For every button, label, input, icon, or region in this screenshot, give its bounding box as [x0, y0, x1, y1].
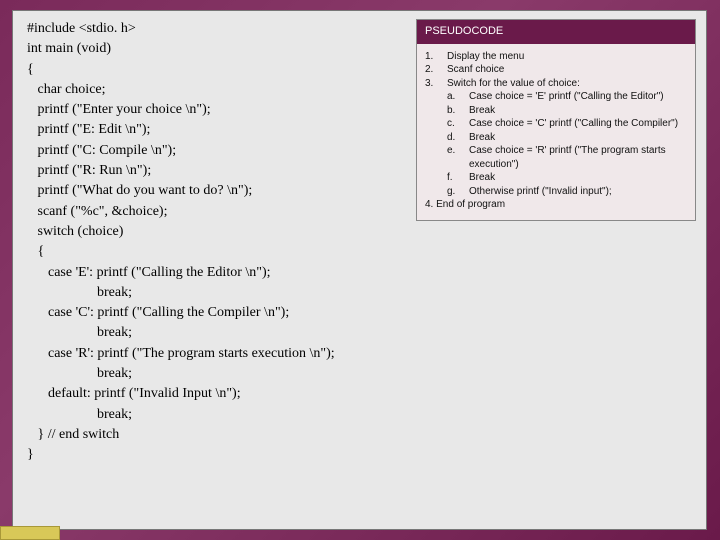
- pseudo-sub-letter: a.: [447, 90, 469, 104]
- pseudo-text: Scanf choice: [447, 63, 687, 77]
- pseudo-sub-letter: d.: [447, 131, 469, 145]
- pseudo-subitem: g. Otherwise printf ("Invalid input");: [425, 185, 687, 199]
- code-line: case 'R': printf ("The program starts ex…: [27, 344, 692, 364]
- pseudo-sub-text: Otherwise printf ("Invalid input");: [469, 185, 687, 199]
- pseudocode-body: 1. Display the menu 2. Scanf choice 3. S…: [417, 44, 695, 220]
- pseudo-sub-text: Break: [469, 131, 687, 145]
- code-line: break;: [27, 323, 692, 343]
- accent-bar: [0, 526, 60, 540]
- pseudo-sub-letter: b.: [447, 104, 469, 118]
- pseudo-item: 1. Display the menu: [425, 50, 687, 64]
- code-line: {: [27, 242, 692, 262]
- code-line: case 'E': printf ("Calling the Editor \n…: [27, 263, 692, 283]
- code-line: break;: [27, 283, 692, 303]
- pseudo-num: 3.: [425, 77, 447, 91]
- pseudo-num: 2.: [425, 63, 447, 77]
- pseudo-subitem: c. Case choice = 'C' printf ("Calling th…: [425, 117, 687, 131]
- pseudo-text: Switch for the value of choice:: [447, 77, 687, 91]
- code-line: break;: [27, 405, 692, 425]
- pseudo-final: 4. End of program: [425, 198, 687, 212]
- pseudo-subitem: d. Break: [425, 131, 687, 145]
- pseudo-item: 3. Switch for the value of choice:: [425, 77, 687, 91]
- pseudo-text: Display the menu: [447, 50, 687, 64]
- pseudo-sub-text: Case choice = 'E' printf ("Calling the E…: [469, 90, 687, 104]
- code-line: default: printf ("Invalid Input \n");: [27, 384, 692, 404]
- pseudo-sub-letter: g.: [447, 185, 469, 199]
- code-line: case 'C': printf ("Calling the Compiler …: [27, 303, 692, 323]
- pseudo-sub-text: Case choice = 'C' printf ("Calling the C…: [469, 117, 687, 131]
- pseudo-subitem: f. Break: [425, 171, 687, 185]
- code-line: }: [27, 445, 692, 465]
- pseudo-num: 1.: [425, 50, 447, 64]
- code-line: } // end switch: [27, 425, 692, 445]
- pseudo-item: 2. Scanf choice: [425, 63, 687, 77]
- pseudo-subitem: b. Break: [425, 104, 687, 118]
- code-panel: #include <stdio. h> int main (void) { ch…: [12, 10, 707, 530]
- pseudo-sub-letter: c.: [447, 117, 469, 131]
- pseudocode-box: PSEUDOCODE 1. Display the menu 2. Scanf …: [416, 19, 696, 221]
- code-line: switch (choice): [27, 222, 692, 242]
- pseudo-sub-text: Case choice = 'R' printf ("The program s…: [469, 144, 687, 171]
- pseudocode-header: PSEUDOCODE: [417, 20, 695, 44]
- pseudo-sub-letter: f.: [447, 171, 469, 185]
- pseudo-sub-letter: e.: [447, 144, 469, 171]
- pseudo-sub-text: Break: [469, 104, 687, 118]
- pseudo-sub-text: Break: [469, 171, 687, 185]
- code-line: break;: [27, 364, 692, 384]
- pseudo-subitem: e. Case choice = 'R' printf ("The progra…: [425, 144, 687, 171]
- pseudo-subitem: a. Case choice = 'E' printf ("Calling th…: [425, 90, 687, 104]
